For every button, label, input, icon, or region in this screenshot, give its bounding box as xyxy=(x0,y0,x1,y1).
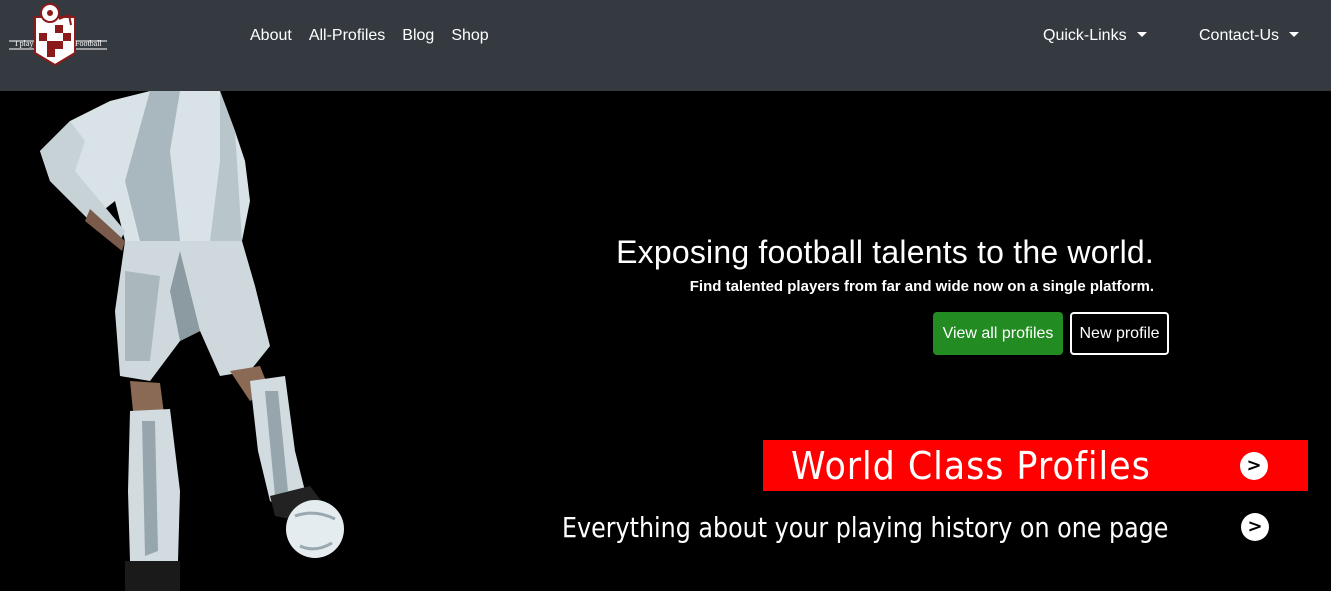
view-all-profiles-button[interactable]: View all profiles xyxy=(933,312,1063,355)
nav-link-about[interactable]: About xyxy=(250,26,292,46)
contact-us-label: Contact-Us xyxy=(1199,27,1280,44)
top-navbar: I play Football About All-Profiles Blog … xyxy=(0,0,1331,91)
contact-us-dropdown[interactable]: Contact-Us xyxy=(1199,26,1300,46)
nav-link-blog[interactable]: Blog xyxy=(402,26,434,46)
shield-logo-icon xyxy=(9,3,107,67)
hero-subtitle: Find talented players from far and wide … xyxy=(689,278,1154,295)
caret-down-icon xyxy=(1289,32,1300,37)
quick-links-label: Quick-Links xyxy=(1043,27,1127,44)
logo-text-left: I play xyxy=(15,39,34,48)
logo-text-right: Football xyxy=(75,39,102,48)
nav-link-all-profiles[interactable]: All-Profiles xyxy=(309,26,385,46)
football-player-image xyxy=(40,91,344,591)
caret-down-icon xyxy=(1136,32,1147,37)
site-logo[interactable]: I play Football xyxy=(9,3,107,67)
arrow-right-icon[interactable]: > xyxy=(1240,452,1268,480)
world-class-profiles-banner[interactable]: World Class Profiles > xyxy=(763,440,1308,491)
nav-link-shop[interactable]: Shop xyxy=(451,26,488,46)
banner-title: World Class Profiles xyxy=(791,444,1151,488)
nav-links: About All-Profiles Blog Shop xyxy=(250,26,506,46)
tagline-text: Everything about your playing history on… xyxy=(562,511,1169,544)
quick-links-dropdown[interactable]: Quick-Links xyxy=(1043,26,1147,46)
hero-title: Exposing football talents to the world. xyxy=(616,234,1154,270)
new-profile-button[interactable]: New profile xyxy=(1070,312,1169,355)
arrow-right-icon[interactable]: > xyxy=(1241,513,1269,541)
hero-section: Exposing football talents to the world. … xyxy=(0,91,1331,591)
